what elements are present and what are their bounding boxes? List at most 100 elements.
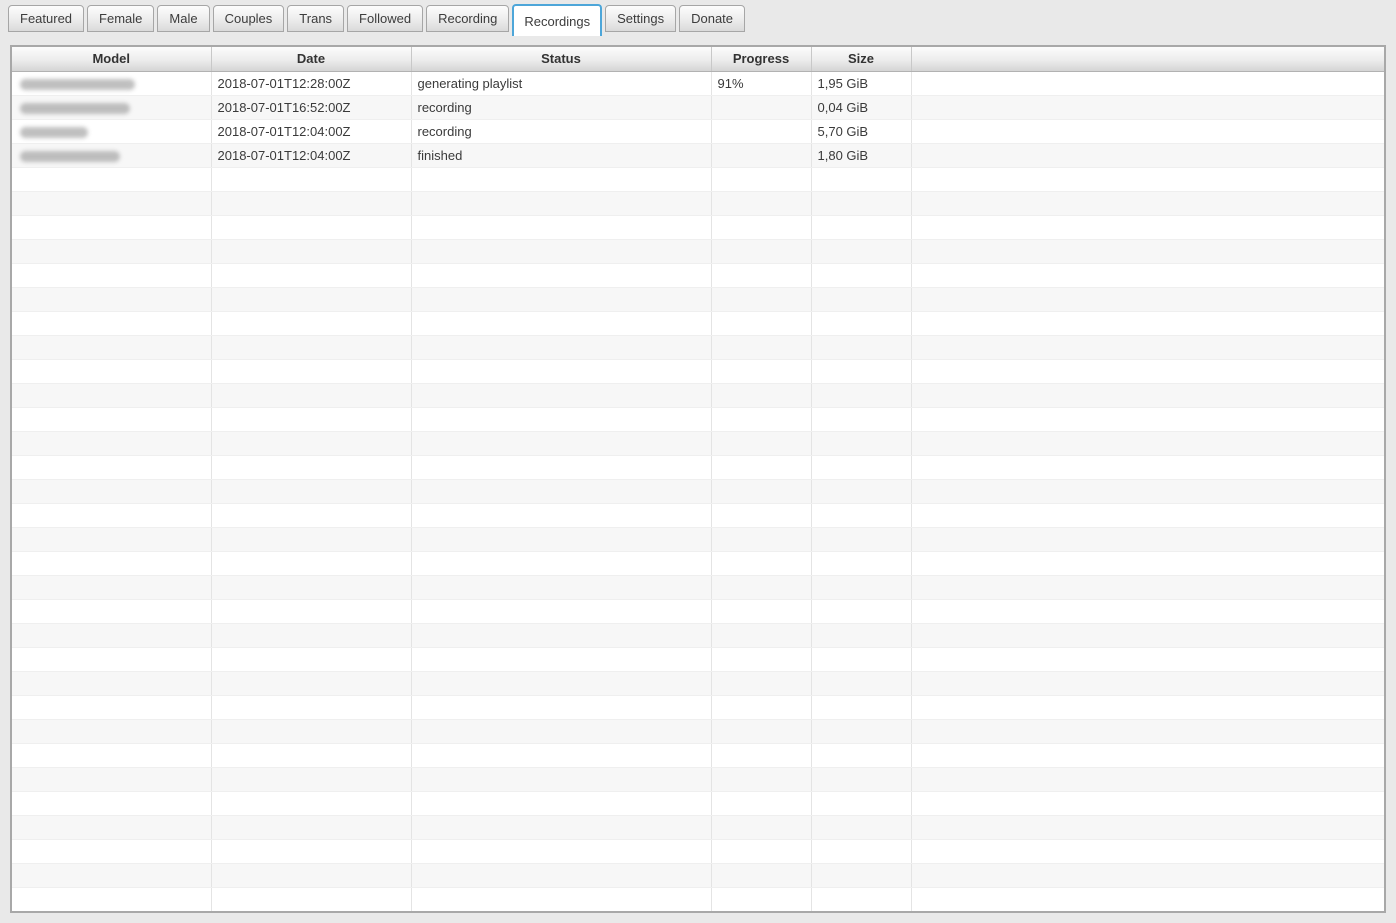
cell-blank — [911, 119, 1384, 144]
empty-cell — [911, 311, 1384, 336]
column-header-progress[interactable]: Progress — [711, 47, 812, 72]
empty-cell — [12, 791, 212, 816]
cell-model — [12, 119, 212, 144]
empty-cell — [12, 647, 212, 672]
empty-cell — [12, 743, 212, 768]
empty-row — [12, 839, 1384, 864]
empty-cell — [711, 767, 812, 792]
tab-featured[interactable]: Featured — [8, 5, 85, 32]
tab-male[interactable]: Male — [157, 5, 210, 32]
empty-cell — [711, 527, 812, 552]
empty-cell — [12, 671, 212, 696]
empty-cell — [411, 599, 712, 624]
recordings-panel: Model Date Status Progress Size 2018-07-01T1… — [10, 45, 1386, 913]
empty-cell — [811, 383, 912, 408]
empty-cell — [811, 455, 912, 480]
table-row[interactable]: 2018-07-01T16:52:00Z recording 0,04 GiB — [12, 95, 1384, 120]
empty-cell — [911, 479, 1384, 504]
tab-female[interactable]: Female — [87, 5, 155, 32]
empty-cell — [711, 503, 812, 528]
empty-cell — [711, 647, 812, 672]
cell-progress — [711, 119, 812, 144]
empty-cell — [211, 623, 412, 648]
empty-cell — [12, 623, 212, 648]
empty-cell — [911, 287, 1384, 312]
empty-cell — [411, 623, 712, 648]
empty-cell — [811, 191, 912, 216]
model-name-redacted — [20, 150, 120, 162]
empty-cell — [811, 623, 912, 648]
empty-row — [12, 671, 1384, 696]
column-header-status[interactable]: Status — [411, 47, 712, 72]
empty-row — [12, 647, 1384, 672]
empty-cell — [411, 551, 712, 576]
cell-date: 2018-07-01T12:28:00Z — [211, 71, 412, 96]
empty-cell — [911, 167, 1384, 192]
empty-cell — [911, 767, 1384, 792]
empty-cell — [12, 215, 212, 240]
empty-cell — [12, 383, 212, 408]
tab-recording[interactable]: Recording — [426, 5, 510, 32]
cell-model — [12, 95, 212, 120]
empty-cell — [711, 551, 812, 576]
empty-cell — [12, 239, 212, 264]
empty-cell — [211, 239, 412, 264]
column-header-size[interactable]: Size — [811, 47, 912, 72]
empty-cell — [711, 335, 812, 360]
empty-cell — [211, 479, 412, 504]
tab-donate[interactable]: Donate — [679, 5, 746, 32]
column-header-model[interactable]: Model — [12, 47, 212, 72]
empty-cell — [211, 215, 412, 240]
tab-trans[interactable]: Trans — [287, 5, 345, 32]
empty-cell — [12, 431, 212, 456]
empty-cell — [911, 647, 1384, 672]
empty-cell — [711, 599, 812, 624]
empty-row — [12, 551, 1384, 576]
empty-cell — [811, 671, 912, 696]
table-row[interactable]: 2018-07-01T12:04:00Z recording 5,70 GiB — [12, 119, 1384, 144]
empty-cell — [12, 503, 212, 528]
empty-cell — [411, 239, 712, 264]
empty-cell — [711, 191, 812, 216]
empty-row — [12, 287, 1384, 312]
empty-cell — [711, 695, 812, 720]
empty-cell — [12, 359, 212, 384]
empty-cell — [811, 263, 912, 288]
empty-row — [12, 407, 1384, 432]
empty-cell — [911, 191, 1384, 216]
empty-cell — [211, 743, 412, 768]
empty-cell — [411, 839, 712, 864]
empty-cell — [211, 671, 412, 696]
empty-cell — [12, 719, 212, 744]
table-row[interactable]: 2018-07-01T12:04:00Z finished 1,80 GiB — [12, 143, 1384, 168]
empty-row — [12, 863, 1384, 888]
empty-row — [12, 527, 1384, 552]
empty-cell — [411, 575, 712, 600]
tab-recordings[interactable]: Recordings — [512, 4, 603, 36]
empty-cell — [12, 863, 212, 888]
empty-row — [12, 335, 1384, 360]
table-row[interactable]: 2018-07-01T12:28:00Z generating playlist 9… — [12, 71, 1384, 96]
empty-cell — [911, 719, 1384, 744]
empty-cell — [12, 599, 212, 624]
tab-couples[interactable]: Couples — [212, 5, 285, 32]
empty-cell — [711, 431, 812, 456]
empty-cell — [911, 551, 1384, 576]
tab-bar: Featured Female Male Couples Trans Followed Re… — [0, 0, 1396, 36]
empty-cell — [411, 647, 712, 672]
empty-row — [12, 623, 1384, 648]
empty-cell — [811, 311, 912, 336]
tab-followed[interactable]: Followed — [347, 5, 424, 32]
tab-settings[interactable]: Settings — [605, 5, 677, 32]
column-header-date[interactable]: Date — [211, 47, 412, 72]
empty-cell — [811, 647, 912, 672]
column-header-blank[interactable] — [911, 47, 1384, 72]
empty-cell — [411, 407, 712, 432]
empty-cell — [711, 863, 812, 888]
empty-cell — [711, 623, 812, 648]
empty-cell — [411, 263, 712, 288]
empty-cell — [12, 887, 212, 911]
cell-size: 1,95 GiB — [811, 71, 912, 96]
empty-cell — [811, 527, 912, 552]
cell-size: 1,80 GiB — [811, 143, 912, 168]
